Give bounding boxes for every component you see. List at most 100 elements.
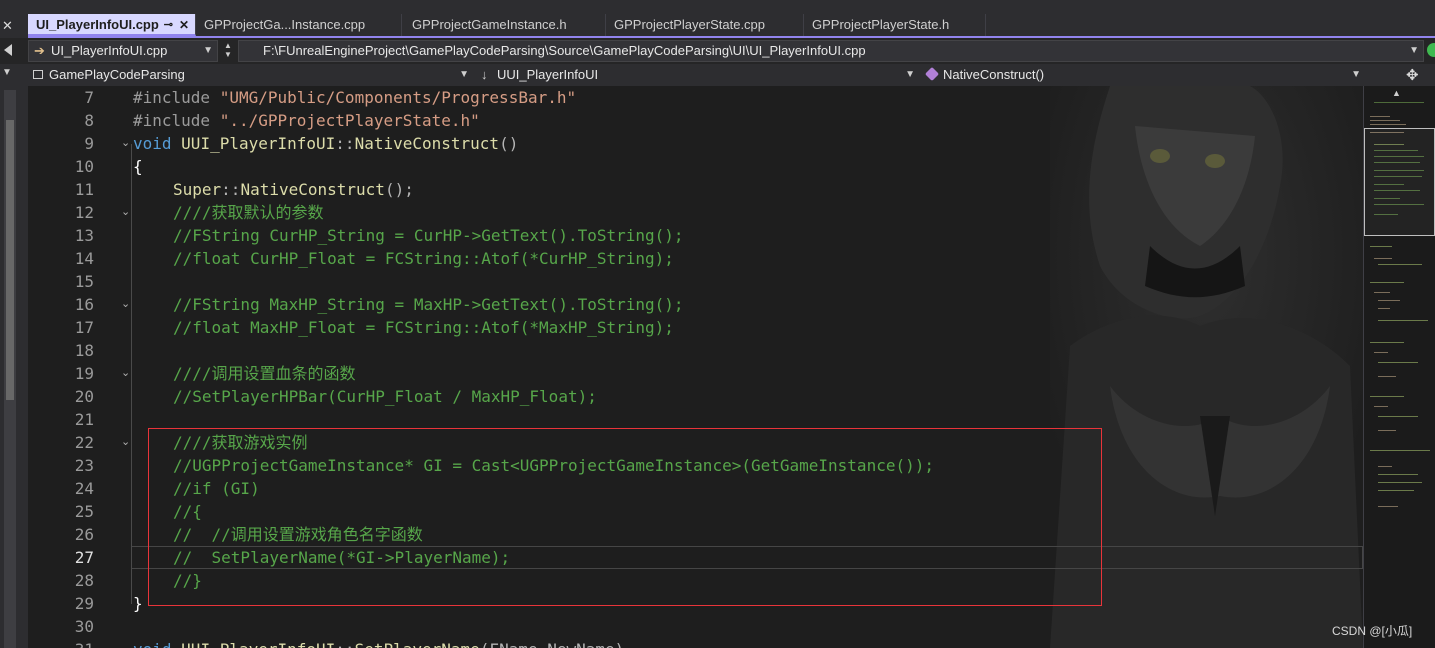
code-token: "UMG/Public/Components/ProgressBar.h"	[219, 88, 577, 107]
line-number: 12	[74, 203, 94, 222]
line-number: 8	[84, 111, 94, 130]
chevron-up-icon[interactable]: ▲	[1392, 88, 1401, 98]
code-token: void	[133, 640, 181, 648]
minimap-line	[1374, 406, 1388, 407]
class-dropdown[interactable]: ↓ UUI_PlayerInfoUI ▼	[476, 64, 920, 86]
arrow-down-icon: ↓	[481, 67, 488, 82]
project-dropdown-value: GamePlayCodeParsing	[49, 67, 185, 82]
minimap-line	[1370, 450, 1430, 451]
minimap-line	[1370, 116, 1390, 117]
chevron-down-icon: ▼	[1351, 69, 1361, 80]
status-indicator-icon	[1427, 43, 1435, 57]
file-path-field[interactable]: F:\FUnrealEngineProject\GamePlayCodePars…	[238, 40, 1424, 62]
code-line: //FString MaxHP_String = MaxHP->GetText(…	[173, 295, 684, 314]
code-token: SetPlayerName	[355, 640, 480, 648]
code-line: // SetPlayerName(*GI->PlayerName);	[173, 548, 511, 567]
document-tab-strip: ✕ UI_PlayerInfoUI.cpp ⊸ ✕ GPProjectGa...…	[0, 0, 1435, 38]
minimap-line	[1378, 506, 1398, 507]
file-path-value: F:\FUnrealEngineProject\GamePlayCodePars…	[263, 43, 866, 58]
code-line: Super::NativeConstruct();	[173, 178, 414, 201]
code-token: ()	[499, 134, 519, 153]
line-number: 23	[74, 456, 94, 475]
minimap-line	[1378, 416, 1418, 417]
code-line: //{	[173, 502, 202, 521]
minimap-line	[1378, 490, 1414, 491]
code-token: UUI_PlayerInfoUI	[181, 134, 336, 153]
minimap-line	[1378, 482, 1422, 483]
minimap-line	[1378, 430, 1396, 431]
code-line: #include "UMG/Public/Components/Progress…	[133, 86, 576, 109]
split-view-icon[interactable]: ✥	[1406, 66, 1419, 84]
code-line: }	[133, 594, 143, 613]
code-line: //}	[173, 571, 202, 590]
minimap-line	[1374, 352, 1388, 353]
minimap-line	[1370, 124, 1406, 125]
code-token: UUI_PlayerInfoUI	[181, 640, 335, 648]
minimap-line	[1378, 308, 1390, 309]
line-number: 18	[74, 341, 94, 360]
code-line: ////获取默认的参数	[173, 203, 324, 222]
minimap-line	[1378, 264, 1422, 265]
line-number: 16	[74, 295, 94, 314]
line-number-current: 27	[74, 548, 94, 567]
arrow-right-icon: ➔	[34, 43, 45, 58]
left-scrollbar-thumb[interactable]	[6, 120, 14, 400]
method-cube-icon	[924, 66, 940, 82]
code-line: {	[133, 157, 143, 176]
line-number: 17	[74, 318, 94, 337]
code-editor[interactable]: 7 8 9 10 11 12 13 14 15 16 17 18 19 20 2…	[28, 86, 1363, 648]
minimap-line	[1370, 342, 1404, 343]
chevron-down-icon[interactable]: ▼	[2, 67, 12, 78]
minimap-line	[1378, 320, 1428, 321]
code-line: ////调用设置血条的函数	[173, 364, 356, 383]
code-line: void UUI_PlayerInfoUI::NativeConstruct()	[133, 132, 518, 155]
line-number: 10	[74, 157, 94, 176]
code-line: //float CurHP_Float = FCString::Atof(*Cu…	[173, 249, 674, 268]
split-arrows-icon[interactable]: ▲ ▼	[222, 41, 234, 61]
code-line: #include "../GPProjectPlayerState.h"	[133, 109, 480, 132]
tab-gpprojectgameinstance-h[interactable]: GPProjectGameInstance.h	[404, 14, 606, 36]
minimap-line	[1370, 396, 1404, 397]
code-token: "../GPProjectPlayerState.h"	[219, 111, 480, 130]
chevron-down-icon: ▼	[459, 69, 469, 80]
tab-label: GPProjectPlayerState.cpp	[614, 17, 766, 32]
line-number: 26	[74, 525, 94, 544]
tab-ui-playerinfoui-cpp[interactable]: UI_PlayerInfoUI.cpp ⊸ ✕	[28, 14, 196, 36]
code-line: //float MaxHP_Float = FCString::Atof(*Ma…	[173, 318, 674, 337]
tab-gpprojectgameinstance-cpp[interactable]: GPProjectGa...Instance.cpp	[196, 14, 402, 36]
tab-label: GPProjectPlayerState.h	[812, 17, 950, 32]
project-dropdown[interactable]: GamePlayCodeParsing ▼	[28, 64, 474, 86]
arrow-left-icon[interactable]	[4, 44, 12, 56]
member-dropdown-value: NativeConstruct()	[943, 67, 1045, 82]
minimap-line	[1370, 246, 1392, 247]
line-number: 11	[74, 180, 94, 199]
code-line: //UGPProjectGameInstance* GI = Cast<UGPP…	[173, 456, 934, 475]
class-dropdown-value: UUI_PlayerInfoUI	[497, 67, 599, 82]
minimap-line	[1378, 474, 1418, 475]
pin-icon[interactable]: ⊸	[164, 14, 173, 34]
fold-toggle-icon[interactable]: ⌄	[121, 638, 133, 648]
file-path-bar: ➔ UI_PlayerInfoUI.cpp ▼ ▲ ▼ F:\FUnrealEng…	[0, 38, 1435, 64]
line-number: 24	[74, 479, 94, 498]
watermark-text: CSDN @[小瓜]	[1332, 624, 1413, 638]
line-number: 31	[28, 638, 94, 648]
close-icon[interactable]: ✕	[2, 18, 13, 34]
minimap-viewport[interactable]	[1364, 128, 1435, 236]
tab-label: GPProjectGa...Instance.cpp	[204, 17, 366, 32]
member-dropdown[interactable]: NativeConstruct() ▼	[922, 64, 1366, 86]
code-token: ();	[384, 180, 414, 199]
line-number: 15	[74, 272, 94, 291]
line-number: 19	[74, 364, 94, 383]
file-dropdown[interactable]: ➔ UI_PlayerInfoUI.cpp ▼	[28, 40, 218, 62]
code-line: //SetPlayerHPBar(CurHP_Float / MaxHP_Flo…	[173, 387, 597, 406]
close-icon[interactable]: ✕	[179, 14, 189, 34]
tab-gpprojectplayerstate-cpp[interactable]: GPProjectPlayerState.cpp	[606, 14, 804, 36]
chevron-down-icon: ▼	[1409, 45, 1419, 56]
line-number: 7	[84, 88, 94, 107]
minimap-line	[1374, 102, 1424, 103]
code-line: ////获取游戏实例	[173, 433, 308, 452]
minimap-line	[1378, 300, 1400, 301]
project-icon	[33, 70, 43, 79]
tab-gpprojectplayerstate-h[interactable]: GPProjectPlayerState.h	[804, 14, 986, 36]
line-number: 13	[74, 226, 94, 245]
